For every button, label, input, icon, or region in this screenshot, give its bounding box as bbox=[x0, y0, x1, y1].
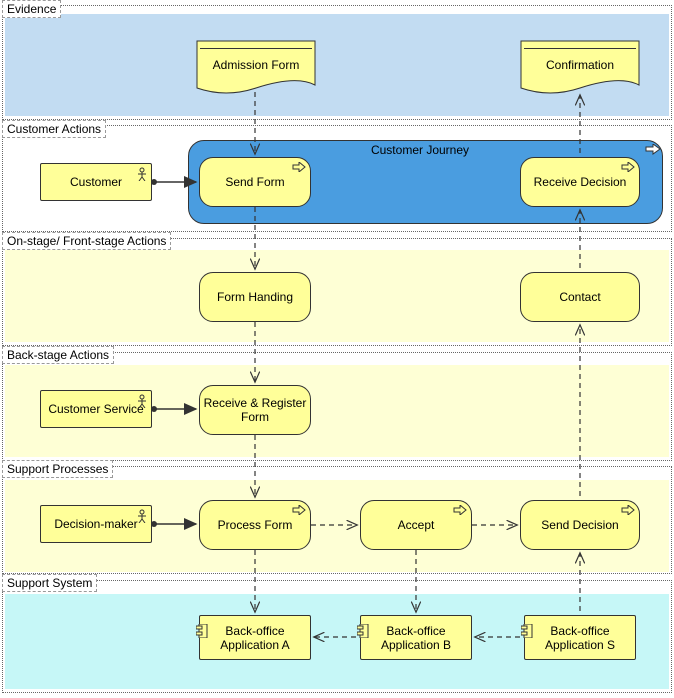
customer-label: Customer bbox=[70, 175, 122, 189]
person-icon bbox=[137, 509, 147, 526]
contact-label: Contact bbox=[559, 290, 600, 304]
admission-form-label: Admission Form bbox=[196, 58, 316, 72]
receive-decision-node[interactable]: Receive Decision bbox=[520, 157, 640, 207]
confirmation-label: Confirmation bbox=[520, 58, 640, 72]
receive-decision-label: Receive Decision bbox=[534, 175, 627, 189]
support-processes-label: Support Processes bbox=[2, 460, 113, 478]
evidence-label: Evidence bbox=[2, 0, 61, 18]
send-form-label: Send Form bbox=[225, 175, 284, 189]
decision-maker-label: Decision-maker bbox=[54, 517, 137, 531]
app-b-node[interactable]: Back-office Application B bbox=[360, 615, 472, 660]
customer-journey-label: Customer Journey bbox=[350, 143, 490, 157]
front-stage-label: On-stage/ Front-stage Actions bbox=[2, 232, 171, 250]
arrow-icon bbox=[453, 504, 467, 518]
arrow-icon bbox=[621, 161, 635, 175]
accept-label: Accept bbox=[398, 518, 435, 532]
app-s-node[interactable]: Back-office Application S bbox=[524, 615, 636, 660]
accept-node[interactable]: Accept bbox=[360, 500, 472, 550]
customer-actions-label: Customer Actions bbox=[2, 120, 106, 138]
component-icon bbox=[357, 624, 369, 641]
component-icon bbox=[521, 624, 533, 641]
arrow-icon bbox=[292, 504, 306, 518]
doc-tab-icon bbox=[200, 48, 312, 49]
arrow-icon bbox=[292, 161, 306, 175]
app-a-node[interactable]: Back-office Application A bbox=[199, 615, 311, 660]
diagram-canvas: Evidence Customer Actions On-stage/ Fron… bbox=[0, 0, 674, 698]
process-form-node[interactable]: Process Form bbox=[199, 500, 311, 550]
form-handing-label: Form Handing bbox=[217, 290, 293, 304]
app-b-label: Back-office Application B bbox=[364, 624, 468, 652]
doc-tab-icon bbox=[524, 48, 636, 49]
customer-service-node[interactable]: Customer Service bbox=[40, 390, 152, 428]
confirmation-doc[interactable]: Confirmation bbox=[520, 40, 640, 96]
arrow-icon bbox=[621, 504, 635, 518]
customer-service-label: Customer Service bbox=[48, 402, 143, 416]
journey-arrow-icon bbox=[645, 144, 661, 159]
receive-register-node[interactable]: Receive & Register Form bbox=[199, 385, 311, 435]
form-handing-node[interactable]: Form Handing bbox=[199, 272, 311, 322]
component-icon bbox=[196, 624, 208, 641]
admission-form-doc[interactable]: Admission Form bbox=[196, 40, 316, 96]
process-form-label: Process Form bbox=[218, 518, 293, 532]
app-a-label: Back-office Application A bbox=[203, 624, 307, 652]
back-stage-label: Back-stage Actions bbox=[2, 346, 114, 364]
customer-node[interactable]: Customer bbox=[40, 163, 152, 201]
person-icon bbox=[137, 167, 147, 184]
contact-node[interactable]: Contact bbox=[520, 272, 640, 322]
app-s-label: Back-office Application S bbox=[528, 624, 632, 652]
decision-maker-node[interactable]: Decision-maker bbox=[40, 505, 152, 543]
person-icon bbox=[137, 394, 147, 411]
send-decision-node[interactable]: Send Decision bbox=[520, 500, 640, 550]
send-decision-label: Send Decision bbox=[541, 518, 618, 532]
receive-register-label: Receive & Register Form bbox=[203, 396, 307, 424]
send-form-node[interactable]: Send Form bbox=[199, 157, 311, 207]
support-system-label: Support System bbox=[2, 574, 97, 592]
